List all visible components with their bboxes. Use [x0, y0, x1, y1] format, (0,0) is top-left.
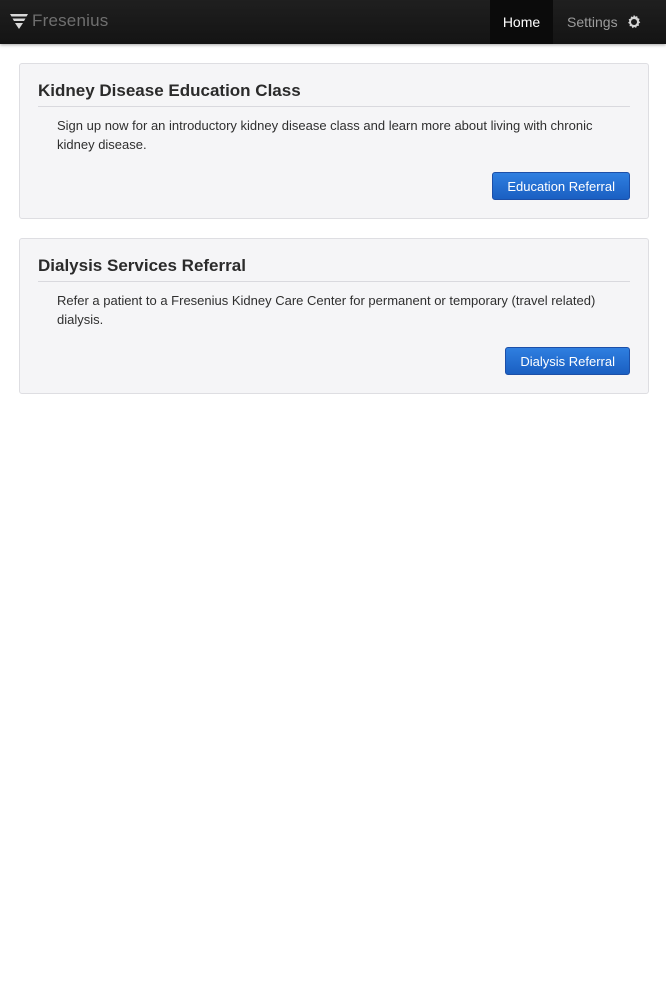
nav-home-label: Home [502, 14, 541, 30]
gear-icon [624, 12, 644, 32]
top-navbar: Fresenius Home Settings [0, 0, 666, 44]
panel-description: Sign up now for an introductory kidney d… [57, 118, 593, 152]
panel-title: Kidney Disease Education Class [38, 81, 301, 100]
education-class-panel: Kidney Disease Education Class Sign up n… [19, 63, 649, 219]
panel-description: Refer a patient to a Fresenius Kidney Ca… [57, 293, 596, 327]
brand-name: Fresenius [32, 11, 109, 30]
dialysis-referral-button[interactable]: Dialysis Referral [505, 347, 630, 375]
nav-settings-tab[interactable]: Settings [567, 0, 644, 44]
education-referral-button[interactable]: Education Referral [492, 172, 630, 200]
fresenius-logo-icon [10, 14, 28, 29]
nav-home-tab[interactable]: Home [490, 0, 553, 44]
panel-divider [38, 106, 630, 107]
panel-title: Dialysis Services Referral [38, 256, 246, 275]
nav-settings-label: Settings [567, 14, 618, 30]
brand-logo[interactable]: Fresenius [9, 9, 108, 33]
dialysis-referral-panel: Dialysis Services Referral Refer a patie… [19, 238, 649, 394]
panel-divider [38, 281, 630, 282]
